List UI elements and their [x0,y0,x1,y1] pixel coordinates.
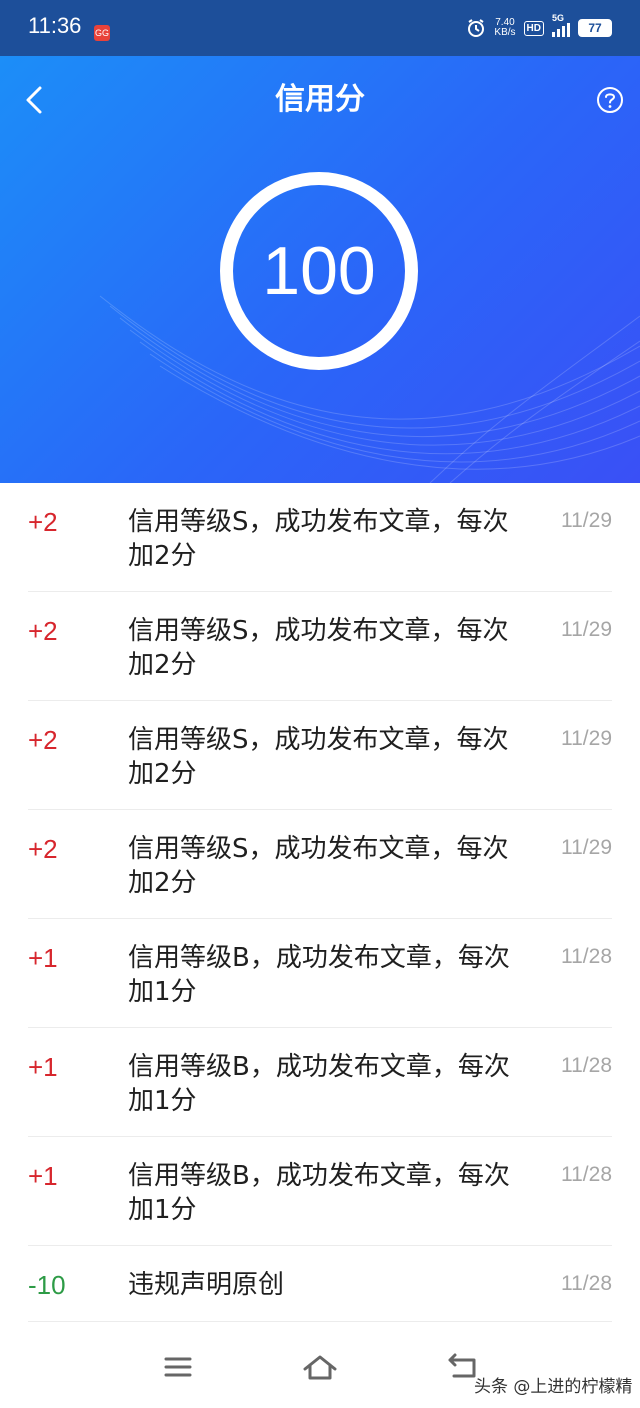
status-time: 11:36 [28,13,82,38]
notification-app-icon: GG [94,25,110,41]
network-speed: 7.40 KB/s [494,18,515,38]
watermark: 头条 @上进的柠檬精 [474,1377,633,1397]
status-indicators: 7.40 KB/s HD 5G 77 [466,13,612,40]
record-description: 信用等级S，成功发布文章，每次加2分 [128,507,509,571]
record-date: 11/29 [561,727,612,750]
score-delta: +2 [28,507,58,537]
menu-icon [164,1357,192,1377]
question-circle-icon [597,87,623,113]
list-item[interactable]: +2 信用等级S，成功发布文章，每次加2分 11/29 [0,592,640,701]
network-type: 5G [552,13,565,23]
home-icon [303,1355,337,1380]
list-item[interactable]: +2 信用等级S，成功发布文章，每次加2分 11/29 [0,701,640,810]
record-description: 信用等级B，成功发布文章，每次加1分 [128,1161,510,1225]
battery-icon: 77 [578,19,612,37]
signal-icon: 5G [552,13,570,37]
record-date: 11/28 [561,1272,612,1295]
record-description: 违规声明原创 [128,1270,285,1300]
record-date: 11/28 [561,945,612,968]
status-bar: 11:36 GG 7.40 KB/s HD 5G 77 [0,0,640,56]
page-title: 信用分 [275,82,365,117]
list-item[interactable]: +2 信用等级S，成功发布文章，每次加2分 11/29 [0,483,640,592]
score-delta: +2 [28,725,58,755]
record-date: 11/29 [561,509,612,532]
record-description: 信用等级B，成功发布文章，每次加1分 [128,943,510,1007]
record-description: 信用等级S，成功发布文章，每次加2分 [128,616,509,680]
record-date: 11/29 [561,618,612,641]
list-item[interactable]: +1 信用等级B，成功发布文章，每次加1分 11/28 [0,919,640,1028]
alarm-icon [466,18,486,38]
help-button[interactable] [596,86,624,114]
score-delta: +1 [28,1161,58,1191]
record-description: 信用等级B，成功发布文章，每次加1分 [128,1052,510,1116]
home-button[interactable] [302,1352,338,1382]
list-item[interactable]: +1 信用等级B，成功发布文章，每次加1分 11/28 [0,1028,640,1137]
menu-button[interactable] [160,1352,196,1382]
hd-badge: HD [523,20,544,36]
record-description: 信用等级S，成功发布文章，每次加2分 [128,725,509,789]
score-delta: +1 [28,943,58,973]
record-description: 信用等级S，成功发布文章，每次加2分 [128,834,509,898]
score-delta: +1 [28,1052,58,1082]
list-item[interactable]: +1 信用等级B，成功发布文章，每次加1分 11/28 [0,1137,640,1246]
record-date: 11/28 [561,1054,612,1077]
credit-score: 100 [262,233,376,309]
score-delta: +2 [28,834,58,864]
score-delta: +2 [28,616,58,646]
record-date: 11/28 [561,1163,612,1186]
score-delta: -10 [28,1270,66,1300]
network-speed-unit: KB/s [494,27,516,38]
score-ring: 100 [220,172,418,370]
list-item[interactable]: +2 信用等级S，成功发布文章，每次加2分 11/29 [0,810,640,919]
list-item[interactable]: -10 违规声明原创 11/28 [0,1246,640,1322]
credit-records-list: +2 信用等级S，成功发布文章，每次加2分 11/29 +2 信用等级S，成功发… [0,483,640,1322]
record-date: 11/29 [561,836,612,859]
credit-header: 信用分 100 [0,56,640,483]
